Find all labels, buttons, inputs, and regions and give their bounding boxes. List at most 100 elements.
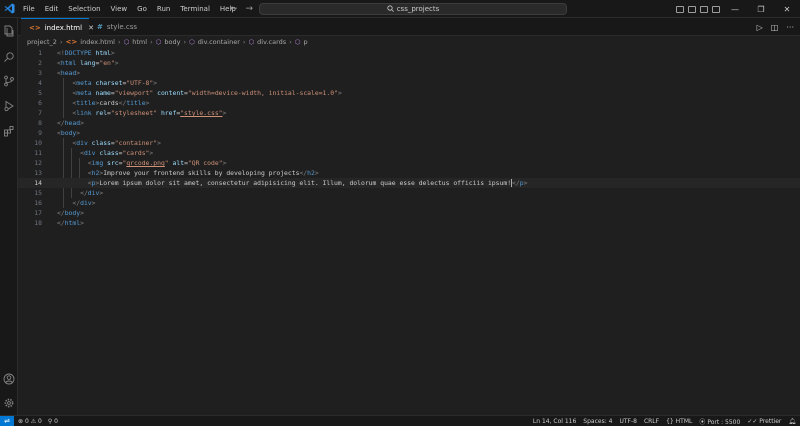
chevron-right-icon: ›	[242, 38, 246, 46]
code-editor[interactable]: 1 <!DOCTYPE html> 2 <html lang="en"> 3 <hea…	[18, 48, 800, 415]
menu-run[interactable]: Run	[152, 0, 175, 18]
code-line: 9 <body>	[18, 128, 800, 138]
menu-terminal[interactable]: Terminal	[175, 0, 215, 18]
toggle-sidebar-icon[interactable]	[676, 5, 684, 13]
code-line: 17 </body>	[18, 208, 800, 218]
cursor-position[interactable]: Ln 14, Col 116	[533, 418, 576, 425]
prettier-status[interactable]: ✓✓ Prettier	[747, 418, 781, 425]
split-editor-icon[interactable]: ◫	[771, 23, 779, 32]
html-file-icon: <>	[65, 38, 78, 46]
code-line: 7 <link rel="stylesheet" href="style.css…	[18, 108, 800, 118]
line-number: 8	[38, 119, 42, 127]
problems-indicator[interactable]: ⊗ 0 ⚠ 0	[18, 418, 42, 425]
code-line: 11 <div class="cards">	[18, 148, 800, 158]
line-number: 12	[34, 159, 42, 167]
error-count: 0	[24, 417, 29, 425]
restore-icon[interactable]: ❐	[748, 5, 774, 14]
forward-arrow-icon[interactable]: →	[246, 4, 254, 14]
element-icon: ⬡	[189, 38, 195, 46]
editor-actions: ▷ ◫ ···	[757, 18, 794, 36]
breadcrumb-folder[interactable]: project_2	[27, 38, 57, 46]
code-line: 5 <meta name="viewport" content="width=d…	[18, 88, 800, 98]
toggle-secondary-sidebar-icon[interactable]	[700, 5, 708, 13]
line-number: 15	[34, 189, 42, 197]
language-mode[interactable]: {} HTML	[666, 418, 692, 425]
source-control-icon[interactable]	[2, 74, 16, 88]
line-number: 11	[34, 149, 42, 157]
chevron-right-icon: ›	[183, 38, 187, 46]
chevron-right-icon: ›	[117, 38, 121, 46]
encoding[interactable]: UTF-8	[619, 418, 637, 425]
indentation[interactable]: Spaces: 4	[583, 418, 612, 425]
breadcrumb-div-cards[interactable]: div.cards	[257, 38, 286, 46]
workspace-name: css_projects	[396, 5, 440, 13]
breadcrumb-p[interactable]: p	[303, 38, 307, 46]
code-line: 6 <title>cards</title>	[18, 98, 800, 108]
code-line: 10 <div class="container">	[18, 138, 800, 148]
line-number: 10	[34, 139, 42, 147]
title-bar: File Edit Selection View Go Run Terminal…	[0, 0, 800, 18]
menu-view[interactable]: View	[106, 0, 133, 18]
code-line: 2 <html lang="en">	[18, 58, 800, 68]
error-icon: ⊗	[18, 417, 24, 425]
menu-file[interactable]: File	[18, 0, 40, 18]
extensions-icon[interactable]	[2, 124, 16, 138]
more-actions-icon[interactable]: ···	[786, 23, 794, 32]
search-icon[interactable]	[2, 50, 16, 64]
chevron-right-icon: ›	[59, 38, 63, 46]
close-icon[interactable]: ✕	[774, 5, 800, 14]
status-bar: ⇌ ⊗ 0 ⚠ 0 ⚲ 0 Ln 14, Col 116 Spaces: 4 U…	[0, 415, 800, 426]
breadcrumb-div-container[interactable]: div.container	[198, 38, 240, 46]
run-debug-icon[interactable]	[2, 99, 16, 113]
tab-index-html[interactable]: <> index.html ✕	[21, 18, 94, 36]
code-line: 15 </div>	[18, 188, 800, 198]
line-number: 4	[38, 79, 42, 87]
breadcrumb: project_2 › <> index.html › ⬡ html › ⬡ b…	[18, 36, 800, 48]
tab-label: style.css	[106, 23, 138, 31]
code-line: 3 <head>	[18, 68, 800, 78]
menu-edit[interactable]: Edit	[40, 0, 64, 18]
code-line-current: 14 <p>Lorem ipsum dolor sit amet, consec…	[18, 178, 800, 188]
toggle-panel-icon[interactable]	[688, 5, 696, 13]
line-number: 18	[34, 219, 42, 227]
line-number: 5	[38, 89, 42, 97]
radio-tower-icon: ⦿	[699, 419, 706, 426]
back-arrow-icon[interactable]: ←	[230, 4, 238, 14]
breadcrumb-file[interactable]: index.html	[80, 38, 115, 46]
broadcast-icon: ⚲	[47, 417, 53, 425]
element-icon: ⬡	[294, 38, 301, 46]
activity-bar	[0, 18, 18, 415]
editor-tabs: <> index.html ✕ # style.css ▷ ◫ ···	[18, 18, 800, 36]
run-icon[interactable]: ▷	[757, 23, 763, 32]
customize-layout-icon[interactable]	[712, 5, 720, 13]
menu-selection[interactable]: Selection	[63, 0, 105, 18]
warning-icon: ⚠	[30, 417, 37, 425]
live-server-port[interactable]: ⦿ Port : 5500	[699, 417, 740, 426]
command-center-search[interactable]: css_projects	[259, 3, 567, 15]
notifications-bell-icon[interactable]: 🔔︎	[788, 418, 796, 425]
explorer-icon[interactable]	[2, 24, 16, 38]
ports-indicator[interactable]: ⚲ 0	[48, 418, 58, 425]
code-line: 12 <img src="qrcode.png" alt="QR code">	[18, 158, 800, 168]
breadcrumb-body[interactable]: body	[164, 38, 180, 46]
chevron-right-icon: ›	[150, 38, 153, 46]
tab-style-css[interactable]: # style.css	[89, 18, 151, 36]
account-icon[interactable]	[2, 372, 16, 386]
vscode-logo-icon	[0, 0, 18, 18]
navigation-arrows: ← →	[230, 0, 253, 18]
line-number: 2	[38, 59, 42, 67]
breadcrumb-html[interactable]: html	[132, 38, 147, 46]
line-number: 1	[38, 49, 42, 57]
gear-icon[interactable]	[2, 396, 16, 410]
layout-controls	[676, 0, 720, 18]
code-line: 18 </html>	[18, 218, 800, 228]
code-line: 8 </head>	[18, 118, 800, 128]
element-icon: ⬡	[155, 38, 162, 46]
line-ending[interactable]: CRLF	[644, 418, 659, 425]
ports-count: 0	[54, 417, 58, 425]
remote-icon[interactable]: ⇌	[0, 415, 14, 426]
minimize-icon[interactable]: —	[722, 5, 748, 14]
double-check-icon: ✓✓	[747, 418, 758, 425]
menu-go[interactable]: Go	[132, 0, 152, 18]
element-icon: ⬡	[123, 38, 130, 46]
